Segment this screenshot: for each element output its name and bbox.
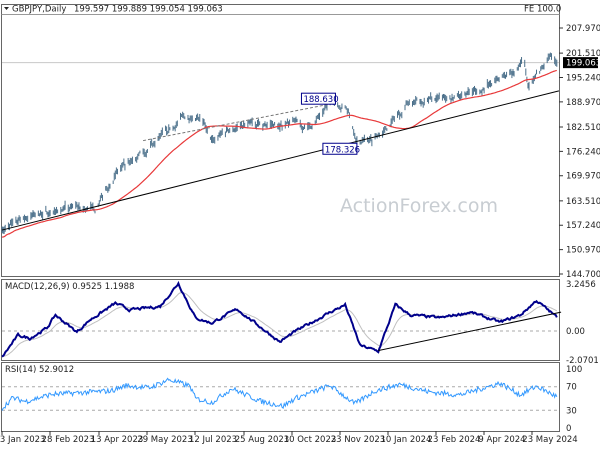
date-axis-label: 12 Jul 2023	[189, 435, 237, 445]
price-axis-label: 207.970	[566, 24, 600, 34]
rsi-axis-label: 70	[566, 383, 577, 393]
date-axis-label: 23 Nov 2023	[331, 435, 385, 445]
last-price-label: 199.063	[566, 59, 600, 69]
date-axis-label: 23 Feb 2024	[428, 435, 481, 445]
price-axis-label: 163.510	[566, 197, 600, 207]
macd-label: MACD(12,26,9) 0.9525 1.1988	[5, 282, 134, 292]
macd-axis-label: 3.2456	[566, 280, 596, 290]
date-axis-label: 13 Apr 2023	[91, 435, 144, 445]
symbol-label: GBPJPY,Daily	[12, 5, 66, 15]
date-axis-label: 10 Jan 2024	[381, 435, 432, 445]
rsi-panel	[1, 362, 560, 432]
date-axis-label: 10 Oct 2023	[284, 435, 337, 445]
date-axis-label: 28 Feb 2023	[42, 435, 95, 445]
date-axis-label: 13 Jan 2023	[0, 435, 45, 445]
rsi-axis-label: 100	[566, 365, 582, 375]
price-axis-label: 176.240	[566, 147, 600, 157]
date-axis-label: 29 May 2023	[137, 435, 192, 445]
fe-label: FE 100.0	[524, 5, 561, 15]
price-axis-label: 169.970	[566, 172, 600, 182]
price-axis-label: 157.240	[566, 221, 600, 231]
ohlc-values: 199.597 199.889 199.054 199.063	[74, 5, 223, 15]
gbpjpy-chart: ActionForex.com 188.630178.326 207.97020…	[0, 4, 600, 445]
price-axis-label: 150.970	[566, 246, 600, 256]
watermark: ActionForex.com	[340, 195, 498, 217]
macd-axis-label: 0.00	[566, 327, 585, 337]
price-panel	[1, 4, 560, 277]
rsi-label: RSI(14) 52.9012	[5, 365, 74, 375]
price-axis-label: 195.240	[566, 73, 600, 83]
price-annotation-label: 178.326	[325, 145, 360, 155]
date-axis-label: 23 May 2024	[522, 435, 577, 445]
price-annotation-label: 188.630	[303, 95, 338, 105]
rsi-axis-label: 30	[566, 406, 577, 416]
price-axis-label: 188.970	[566, 98, 600, 108]
rsi-axis-label: 0	[566, 424, 571, 434]
price-axis-label: 144.700	[566, 270, 600, 280]
price-axis-label: 182.510	[566, 123, 600, 133]
date-axis-label: 9 Apr 2024	[478, 435, 525, 445]
date-axis-label: 25 Aug 2023	[235, 435, 289, 445]
